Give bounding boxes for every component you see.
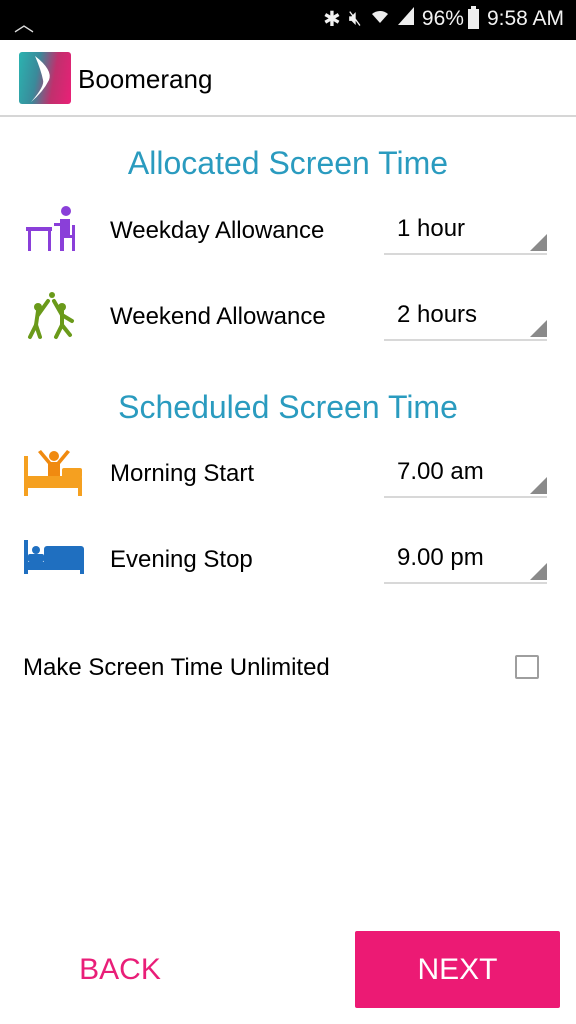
evening-stop-dropdown[interactable]: 9.00 pm — [384, 536, 547, 584]
allocated-section-title: Allocated Screen Time — [127, 145, 449, 181]
kids-playing-icon — [22, 289, 86, 345]
morning-start-value: 7.00 am — [397, 458, 484, 485]
scheduled-section-title: Scheduled Screen Time — [118, 389, 458, 425]
weekend-allowance-value: 2 hours — [397, 301, 478, 328]
morning-start-label: Morning Start — [110, 460, 255, 487]
weekday-allowance-dropdown[interactable]: 1 hour — [384, 207, 547, 255]
weekend-allowance-dropdown[interactable]: 2 hours — [384, 293, 547, 341]
app-title: Boomerang — [78, 64, 213, 94]
weekend-allowance-label: Weekend Allowance — [110, 303, 326, 330]
weekday-allowance-value: 1 hour — [397, 215, 466, 242]
status-bar: ︿ ✱ 🔇︎ 96% 9:58 AM — [0, 0, 576, 40]
dropdown-arrow-icon — [530, 477, 547, 494]
battery-icon — [467, 6, 479, 29]
wake-up-bed-icon — [22, 446, 86, 502]
dropdown-arrow-icon — [530, 563, 547, 580]
weekend-allowance-row: Weekend Allowance 2 hours — [0, 289, 576, 349]
dropdown-arrow-icon — [530, 320, 547, 337]
boomerang-logo — [19, 52, 71, 104]
sleeping-bed-icon — [22, 532, 86, 588]
evening-stop-value: 9.00 pm — [397, 544, 484, 571]
unlimited-label: Make Screen Time Unlimited — [23, 654, 330, 681]
unlimited-checkbox[interactable] — [515, 655, 539, 679]
weekday-allowance-label: Weekday Allowance — [110, 217, 325, 244]
morning-start-dropdown[interactable]: 7.00 am — [384, 450, 547, 498]
dropdown-arrow-icon — [530, 234, 547, 251]
battery-percent: 96% — [421, 7, 464, 30]
mute-icon: 🔇︎ — [348, 7, 362, 30]
next-button[interactable]: NEXT — [355, 931, 560, 1008]
chevron-up-icon[interactable]: ︿ — [14, 8, 34, 37]
wifi-icon — [370, 6, 390, 32]
back-button[interactable]: BACK — [40, 932, 200, 1008]
bluetooth-icon: ✱ — [323, 7, 341, 31]
clock: 9:58 AM — [486, 7, 564, 30]
evening-stop-label: Evening Stop — [110, 546, 253, 573]
app-bar: Boomerang — [0, 40, 576, 117]
morning-start-row: Morning Start 7.00 am — [0, 446, 576, 506]
study-desk-icon — [22, 203, 86, 259]
signal-icon — [397, 7, 414, 31]
weekday-allowance-row: Weekday Allowance 1 hour — [0, 203, 576, 263]
evening-stop-row: Evening Stop 9.00 pm — [0, 532, 576, 592]
